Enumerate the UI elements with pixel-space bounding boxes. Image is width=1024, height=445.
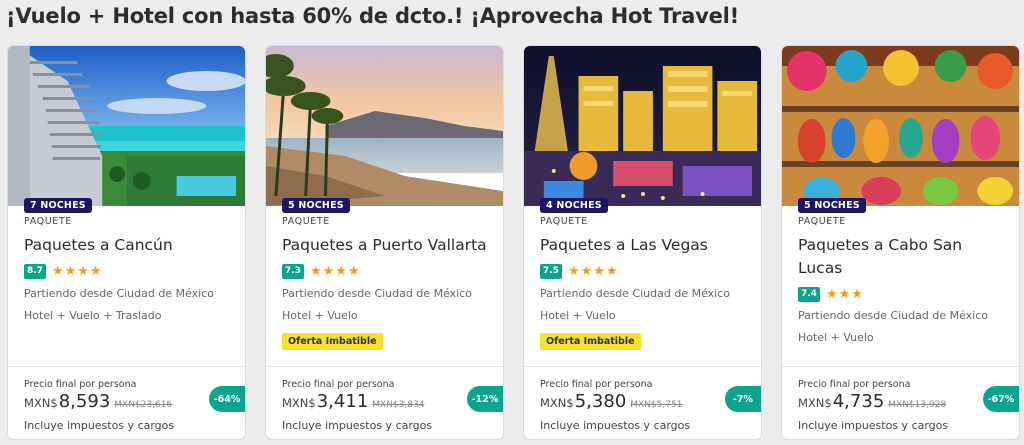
package-title[interactable]: Paquetes a Puerto Vallarta	[282, 234, 492, 257]
discount-badge: -67%	[983, 386, 1019, 412]
old-price: MXN$5,751	[630, 400, 683, 410]
currency: MXN$	[24, 396, 58, 410]
taxes-note: Incluye impuestos y cargos	[798, 419, 949, 432]
las-vegas-night-strip-photo[interactable]	[524, 46, 761, 206]
price-amount: 3,411	[316, 391, 369, 412]
cancun-hotel-beach-photo[interactable]	[8, 46, 245, 206]
taxes-note: Incluye impuestos y cargos	[540, 419, 691, 432]
origin-text: Partiendo desde Ciudad de México	[282, 287, 473, 300]
price-amount: 4,735	[832, 391, 885, 412]
divider	[782, 366, 1019, 367]
nights-badge: 5 NOCHES	[282, 198, 350, 213]
package-title[interactable]: Paquetes a Cabo San Lucas	[798, 234, 1008, 280]
nights-badge: 4 NOCHES	[540, 198, 608, 213]
price-row: MXN$ 5,380 MXN$5,751	[540, 391, 682, 412]
price-label: Precio final por persona	[282, 379, 395, 390]
package-card-puerto-vallarta[interactable]: 5 NOCHES PAQUETE Paquetes a Puerto Valla…	[265, 45, 504, 440]
star-rating-icon: ★★★★	[567, 264, 619, 279]
star-rating-icon: ★★★	[825, 287, 864, 302]
package-title[interactable]: Paquetes a Cancún	[24, 234, 234, 257]
divider	[8, 366, 245, 367]
divider	[524, 366, 761, 367]
score-badge: 7.5	[540, 264, 562, 279]
price-row: MXN$ 3,411 MXN$3,834	[282, 391, 424, 412]
taxes-note: Incluye impuestos y cargos	[24, 419, 175, 432]
package-card-las-vegas[interactable]: 4 NOCHES PAQUETE Paquetes a Las Vegas 7.…	[523, 45, 762, 440]
old-price: MXN$23,616	[114, 400, 173, 410]
price-row: MXN$ 8,593 MXN$23,616	[24, 391, 172, 412]
score-badge: 7.3	[282, 264, 304, 279]
includes-text: Hotel + Vuelo	[540, 309, 616, 322]
origin-text: Partiendo desde Ciudad de México	[24, 287, 215, 300]
star-rating-icon: ★★★★	[309, 264, 361, 279]
old-price: MXN$3,834	[372, 400, 425, 410]
discount-badge: -64%	[209, 386, 245, 412]
price-amount: 5,380	[574, 391, 627, 412]
mexican-handicrafts-market-photo[interactable]	[782, 46, 1019, 206]
currency: MXN$	[798, 396, 832, 410]
discount-badge: -7%	[725, 386, 761, 412]
discount-badge: -12%	[467, 386, 503, 412]
package-type-label: PAQUETE	[798, 216, 846, 227]
taxes-note: Incluye impuestos y cargos	[282, 419, 433, 432]
rating-row: 7.4 ★★★	[798, 287, 864, 302]
nights-badge: 7 NOCHES	[24, 198, 92, 213]
includes-text: Hotel + Vuelo	[798, 331, 874, 344]
origin-text: Partiendo desde Ciudad de México	[540, 287, 731, 300]
score-badge: 8.7	[24, 264, 46, 279]
package-type-label: PAQUETE	[24, 216, 72, 227]
package-type-label: PAQUETE	[540, 216, 588, 227]
price-row: MXN$ 4,735 MXN$13,928	[798, 391, 946, 412]
rating-row: 8.7 ★★★★	[24, 264, 103, 279]
price-label: Precio final por persona	[798, 379, 911, 390]
origin-text: Partiendo desde Ciudad de México	[798, 309, 989, 322]
package-card-cancun[interactable]: 7 NOCHES PAQUETE Paquetes a Cancún 8.7 ★…	[7, 45, 246, 440]
puerto-vallarta-beach-photo[interactable]	[266, 46, 503, 206]
includes-text: Hotel + Vuelo	[282, 309, 358, 322]
package-cards: 7 NOCHES PAQUETE Paquetes a Cancún 8.7 ★…	[0, 45, 1024, 445]
price-amount: 8,593	[58, 391, 111, 412]
package-title[interactable]: Paquetes a Las Vegas	[540, 234, 750, 257]
includes-text: Hotel + Vuelo + Traslado	[24, 309, 162, 322]
divider	[266, 366, 503, 367]
currency: MXN$	[540, 396, 574, 410]
section-headline: ¡Vuelo + Hotel con hasta 60% de dcto.! ¡…	[6, 4, 740, 28]
price-label: Precio final por persona	[24, 379, 137, 390]
old-price: MXN$13,928	[888, 400, 947, 410]
price-label: Precio final por persona	[540, 379, 653, 390]
offer-badge: Oferta Imbatible	[540, 333, 641, 350]
package-type-label: PAQUETE	[282, 216, 330, 227]
nights-badge: 5 NOCHES	[798, 198, 866, 213]
rating-row: 7.3 ★★★★	[282, 264, 361, 279]
star-rating-icon: ★★★★	[51, 264, 103, 279]
rating-row: 7.5 ★★★★	[540, 264, 619, 279]
score-badge: 7.4	[798, 287, 820, 302]
currency: MXN$	[282, 396, 316, 410]
offer-badge: Oferta Imbatible	[282, 333, 383, 350]
package-card-cabo-san-lucas[interactable]: 5 NOCHES PAQUETE Paquetes a Cabo San Luc…	[781, 45, 1020, 440]
